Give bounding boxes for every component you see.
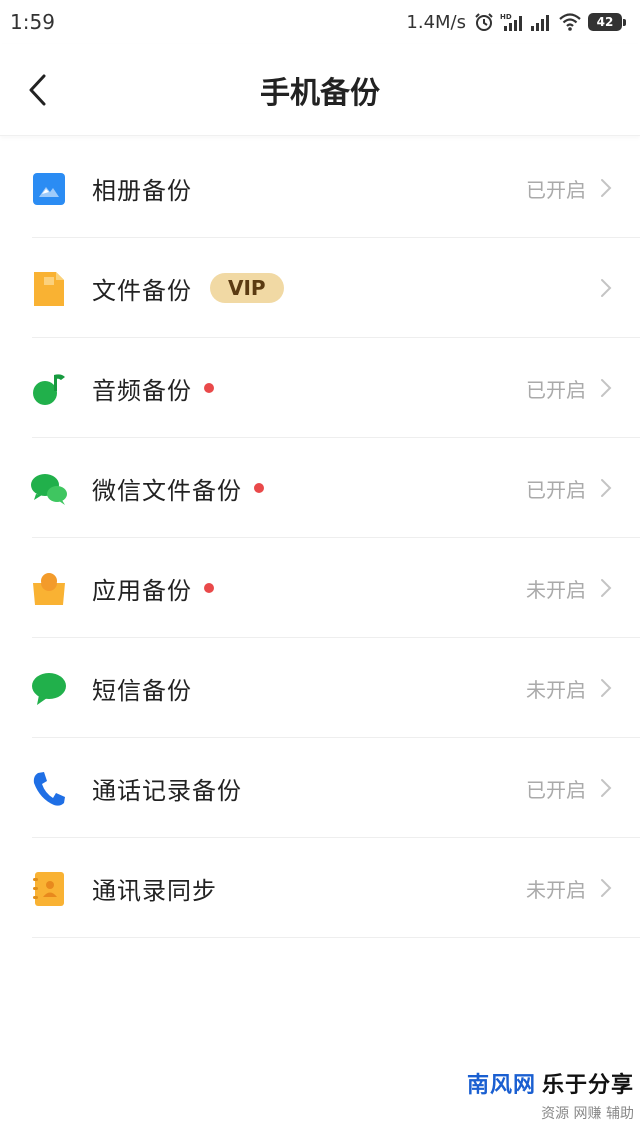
signal-icon bbox=[531, 15, 549, 31]
chevron-right-icon bbox=[601, 479, 612, 497]
item-label: 通讯录同步 bbox=[92, 876, 217, 905]
back-button[interactable] bbox=[16, 68, 60, 112]
chevron-right-icon bbox=[601, 879, 612, 897]
list-item-audio-backup[interactable]: 音频备份 已开启 bbox=[0, 338, 640, 438]
file-icon bbox=[30, 270, 68, 308]
list-item-call-log-backup[interactable]: 通话记录备份 已开启 bbox=[0, 738, 640, 838]
item-status: 未开启 bbox=[526, 677, 586, 702]
item-label: 相册备份 bbox=[92, 176, 192, 205]
list-item-file-backup[interactable]: 文件备份 VIP bbox=[0, 238, 640, 338]
item-status: 已开启 bbox=[526, 377, 586, 402]
wechat-icon bbox=[30, 470, 68, 508]
item-label: 应用备份 bbox=[92, 576, 192, 605]
list-item-sms-backup[interactable]: 短信备份 未开启 bbox=[0, 638, 640, 738]
item-label: 文件备份 bbox=[92, 276, 192, 305]
battery-level: 42 bbox=[590, 15, 620, 29]
status-time: 1:59 bbox=[10, 10, 55, 34]
watermark-slogan: 乐于分享 bbox=[541, 1073, 634, 1098]
item-status: 已开启 bbox=[526, 177, 586, 202]
chevron-right-icon bbox=[601, 779, 612, 797]
chevron-left-icon bbox=[29, 74, 46, 106]
backup-list: 相册备份 已开启 文件备份 VIP 音频备份 已开启 微信文件备份 已开启 应用… bbox=[0, 138, 640, 938]
nav-bar: 手机备份 bbox=[0, 44, 640, 136]
photo-album-icon bbox=[30, 170, 68, 208]
item-status: 已开启 bbox=[526, 777, 586, 802]
item-status: 已开启 bbox=[526, 477, 586, 502]
watermark: 南风网 乐于分享 资源 网赚 辅助 bbox=[467, 1067, 634, 1123]
app-bag-icon bbox=[30, 570, 68, 608]
list-item-photo-backup[interactable]: 相册备份 已开启 bbox=[0, 138, 640, 238]
alarm-icon bbox=[475, 13, 493, 31]
new-badge-dot bbox=[204, 583, 214, 593]
hd-signal-icon: HD bbox=[500, 13, 522, 31]
list-item-wechat-backup[interactable]: 微信文件备份 已开启 bbox=[0, 438, 640, 538]
music-note-icon bbox=[30, 370, 68, 408]
status-bar: 1:59 1.4M/s HD 42 bbox=[0, 0, 640, 44]
phone-icon bbox=[30, 770, 68, 808]
chevron-right-icon bbox=[601, 579, 612, 597]
item-label: 短信备份 bbox=[92, 676, 192, 705]
sms-bubble-icon bbox=[30, 670, 68, 708]
watermark-subtitle: 资源 网赚 辅助 bbox=[541, 1106, 634, 1122]
chevron-right-icon bbox=[601, 379, 612, 397]
chevron-right-icon bbox=[601, 679, 612, 697]
item-label: 音频备份 bbox=[92, 376, 192, 405]
item-status: 未开启 bbox=[526, 577, 586, 602]
item-label: 通话记录备份 bbox=[92, 776, 242, 805]
page-title: 手机备份 bbox=[260, 75, 380, 111]
watermark-title: 南风网 乐于分享 bbox=[467, 1067, 634, 1099]
list-item-app-backup[interactable]: 应用备份 未开启 bbox=[0, 538, 640, 638]
status-icons: 1.4M/s HD 42 bbox=[406, 12, 626, 33]
chevron-right-icon bbox=[601, 179, 612, 197]
item-status: 未开启 bbox=[526, 877, 586, 902]
new-badge-dot bbox=[254, 483, 264, 493]
item-label: 微信文件备份 bbox=[92, 476, 242, 505]
network-speed: 1.4M/s bbox=[406, 11, 466, 33]
contacts-book-icon bbox=[30, 870, 68, 908]
list-item-contacts-sync[interactable]: 通讯录同步 未开启 bbox=[0, 838, 640, 938]
chevron-right-icon bbox=[601, 279, 612, 297]
battery-icon: 42 bbox=[588, 13, 626, 31]
svg-text:HD: HD bbox=[500, 13, 512, 21]
watermark-site-name: 南风网 bbox=[466, 1073, 536, 1098]
wifi-icon bbox=[559, 13, 581, 31]
new-badge-dot bbox=[204, 383, 214, 393]
vip-badge: VIP bbox=[210, 273, 284, 303]
